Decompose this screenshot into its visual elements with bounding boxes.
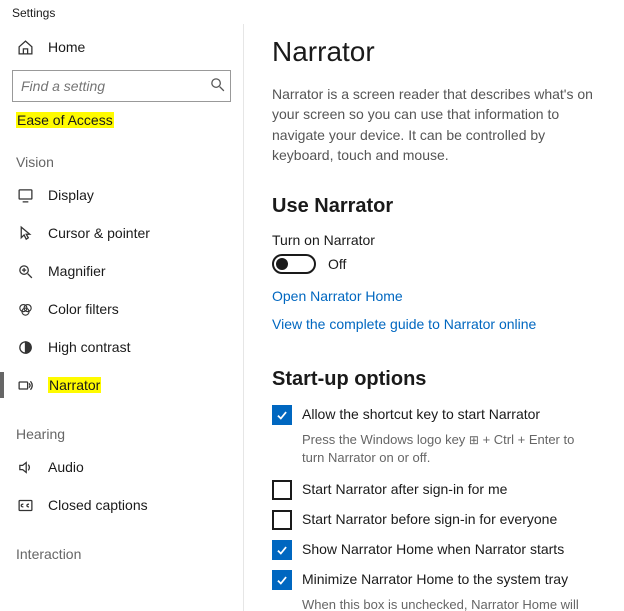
sidebar-item-audio[interactable]: Audio <box>0 448 243 486</box>
sidebar: Home Ease of Access Vision Display Curso… <box>0 24 244 611</box>
search-input-wrapper[interactable] <box>12 70 231 102</box>
toggle-state: Off <box>328 256 346 272</box>
home-nav[interactable]: Home <box>0 28 243 66</box>
audio-icon <box>16 459 34 476</box>
link-open-narrator-home[interactable]: Open Narrator Home <box>272 288 600 304</box>
sidebar-label: Audio <box>48 459 84 475</box>
checkbox-after-signin[interactable] <box>272 480 292 500</box>
narrator-icon <box>16 377 34 394</box>
checkbox-show-home[interactable] <box>272 540 292 560</box>
checkbox-allow-shortcut[interactable] <box>272 405 292 425</box>
sidebar-label: Closed captions <box>48 497 148 513</box>
sidebar-item-magnifier[interactable]: Magnifier <box>0 252 243 290</box>
sidebar-label: Display <box>48 187 94 203</box>
checkbox-label: Start Narrator after sign-in for me <box>302 480 507 497</box>
category-label-row: Ease of Access <box>0 112 243 132</box>
sidebar-item-closedcaptions[interactable]: Closed captions <box>0 486 243 524</box>
sidebar-label: Color filters <box>48 301 119 317</box>
checkbox-minimize-tray[interactable] <box>272 570 292 590</box>
checkbox-label: Minimize Narrator Home to the system tra… <box>302 570 568 587</box>
toggle-label: Turn on Narrator <box>272 232 600 248</box>
home-label: Home <box>48 39 85 55</box>
sidebar-item-narrator[interactable]: Narrator <box>0 366 243 404</box>
sidebar-label: Magnifier <box>48 263 106 279</box>
magnifier-icon <box>16 263 34 280</box>
shortcut-hint: Press the Windows logo key ⊞ + Ctrl + En… <box>302 431 600 467</box>
checkbox-label: Start Narrator before sign-in for everyo… <box>302 510 557 527</box>
category-label: Ease of Access <box>16 112 114 128</box>
checkbox-label: Allow the shortcut key to start Narrator <box>302 405 540 422</box>
group-interaction: Interaction <box>0 524 243 568</box>
search-icon <box>209 76 226 96</box>
sidebar-item-display[interactable]: Display <box>0 176 243 214</box>
checkbox-label: Show Narrator Home when Narrator starts <box>302 540 564 557</box>
sidebar-label: High contrast <box>48 339 130 355</box>
highcontrast-icon <box>16 339 34 356</box>
group-vision: Vision <box>0 132 243 176</box>
sidebar-item-colorfilters[interactable]: Color filters <box>0 290 243 328</box>
colorfilters-icon <box>16 301 34 318</box>
page-title: Narrator <box>272 36 600 68</box>
minimize-hint: When this box is unchecked, Narrator Hom… <box>302 596 600 611</box>
display-icon <box>16 187 34 204</box>
sidebar-label: Narrator <box>48 377 101 393</box>
narrator-toggle[interactable] <box>272 254 316 274</box>
sidebar-label: Cursor & pointer <box>48 225 150 241</box>
checkbox-before-signin[interactable] <box>272 510 292 530</box>
content-pane: Narrator Narrator is a screen reader tha… <box>244 24 624 611</box>
link-narrator-guide[interactable]: View the complete guide to Narrator onli… <box>272 316 600 332</box>
cursor-icon <box>16 225 34 242</box>
windows-key-icon: ⊞ <box>469 433 479 447</box>
window-title: Settings <box>0 0 624 24</box>
sidebar-item-cursor[interactable]: Cursor & pointer <box>0 214 243 252</box>
group-startup-options: Start-up options <box>272 368 600 391</box>
sidebar-item-highcontrast[interactable]: High contrast <box>0 328 243 366</box>
search-input[interactable] <box>21 78 203 94</box>
group-hearing: Hearing <box>0 404 243 448</box>
page-description: Narrator is a screen reader that describ… <box>272 84 600 165</box>
home-icon <box>16 39 34 56</box>
group-use-narrator: Use Narrator <box>272 195 600 218</box>
closedcaptions-icon <box>16 497 34 514</box>
